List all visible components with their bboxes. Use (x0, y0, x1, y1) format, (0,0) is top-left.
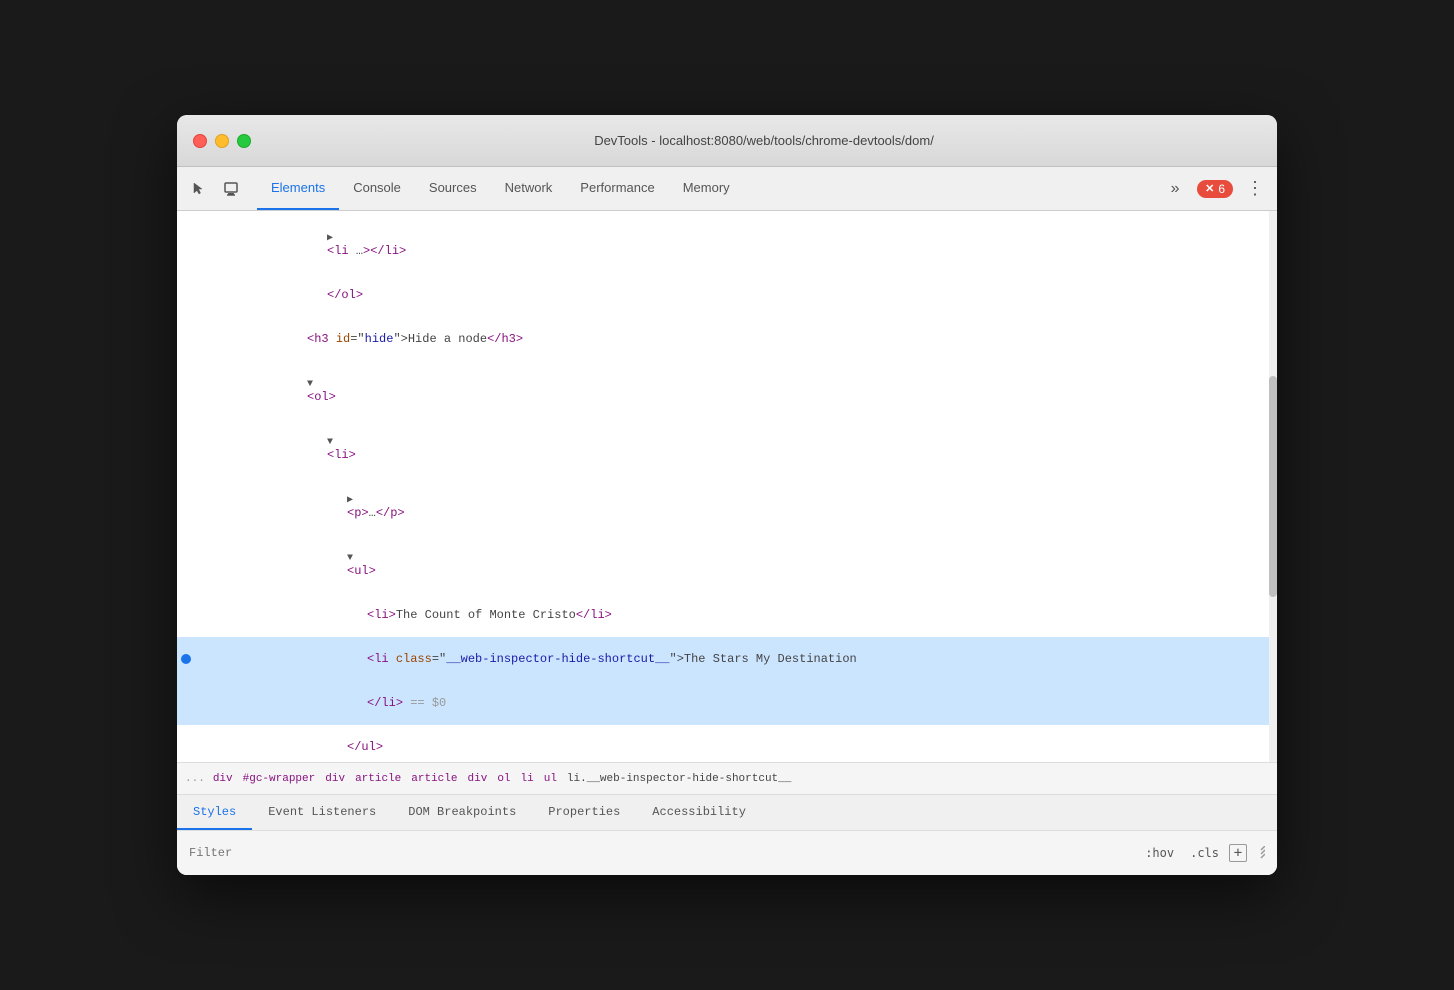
breadcrumb-div1[interactable]: div (209, 771, 237, 787)
dom-line-selected-close[interactable]: </li> == $0 (177, 681, 1277, 725)
triangle-icon[interactable] (347, 553, 353, 564)
triangle-icon[interactable] (347, 494, 353, 506)
add-style-button[interactable]: + (1229, 844, 1247, 862)
dom-line[interactable]: <li>The Count of Monte Cristo</li> (177, 593, 1277, 637)
dom-line[interactable]: <li> (177, 419, 1277, 477)
breakpoint-dot (177, 654, 195, 664)
error-count: 6 (1218, 182, 1225, 196)
dom-panel: <li …></li> </ol> <h3 id="hide">Hide a n… (177, 211, 1277, 875)
dom-line[interactable]: </ul> (177, 725, 1277, 762)
minimize-button[interactable] (215, 134, 229, 148)
devtools-window: DevTools - localhost:8080/web/tools/chro… (177, 115, 1277, 875)
breadcrumb-article1[interactable]: article (351, 771, 405, 787)
traffic-lights (193, 134, 251, 148)
hov-button[interactable]: :hov (1139, 844, 1180, 862)
triangle-icon[interactable] (327, 232, 333, 244)
scrollbar-track[interactable] (1269, 211, 1277, 762)
dom-line-selected[interactable]: <li class="__web-inspector-hide-shortcut… (177, 637, 1277, 681)
breadcrumb-ellipsis: ... (185, 773, 205, 785)
breadcrumb-gc-wrapper[interactable]: #gc-wrapper (239, 771, 320, 787)
breadcrumb-div3[interactable]: div (464, 771, 492, 787)
error-badge[interactable]: ✕ 6 (1197, 180, 1233, 198)
breadcrumb-li[interactable]: li (517, 771, 538, 787)
toolbar: Elements Console Sources Network Perform… (177, 167, 1277, 211)
tab-elements[interactable]: Elements (257, 167, 339, 210)
kebab-menu-button[interactable]: ⋮ (1241, 175, 1269, 203)
maximize-button[interactable] (237, 134, 251, 148)
bottom-panel: Styles Event Listeners DOM Breakpoints P… (177, 794, 1277, 875)
dom-line[interactable]: <h3 id="hide">Hide a node</h3> (177, 317, 1277, 361)
tab-accessibility[interactable]: Accessibility (636, 795, 762, 830)
tab-memory[interactable]: Memory (669, 167, 744, 210)
scrollbar-thumb[interactable] (1269, 376, 1277, 596)
filter-input[interactable] (189, 846, 1131, 860)
close-button[interactable] (193, 134, 207, 148)
dom-line[interactable]: <p>…</p> (177, 477, 1277, 535)
tab-console[interactable]: Console (339, 167, 415, 210)
dom-content[interactable]: <li …></li> </ol> <h3 id="hide">Hide a n… (177, 211, 1277, 762)
titlebar: DevTools - localhost:8080/web/tools/chro… (177, 115, 1277, 167)
dom-line[interactable]: </ol> (177, 273, 1277, 317)
breadcrumb-ul[interactable]: ul (540, 771, 561, 787)
tab-event-listeners[interactable]: Event Listeners (252, 795, 392, 830)
dom-line[interactable]: <ol> (177, 361, 1277, 419)
dom-line[interactable]: <ul> (177, 535, 1277, 593)
filter-bar: :hov .cls + (177, 831, 1277, 875)
tab-dom-breakpoints[interactable]: DOM Breakpoints (392, 795, 532, 830)
tab-sources[interactable]: Sources (415, 167, 491, 210)
breadcrumb-div2[interactable]: div (321, 771, 349, 787)
tab-performance[interactable]: Performance (566, 167, 668, 210)
error-x-icon: ✕ (1205, 182, 1214, 195)
breadcrumb-bar: ... div #gc-wrapper div article article … (177, 762, 1277, 794)
main-tabs: Elements Console Sources Network Perform… (257, 167, 744, 210)
more-tabs-button[interactable]: » (1161, 175, 1189, 203)
triangle-icon[interactable] (307, 379, 313, 390)
tab-styles[interactable]: Styles (177, 795, 252, 830)
resize-handle-icon (1251, 846, 1265, 860)
filter-buttons: :hov .cls + (1139, 844, 1265, 862)
breadcrumb-li-class[interactable]: li.__web-inspector-hide-shortcut__ (563, 771, 795, 787)
bottom-tabs: Styles Event Listeners DOM Breakpoints P… (177, 795, 1277, 831)
window-title: DevTools - localhost:8080/web/tools/chro… (267, 133, 1261, 148)
tab-network[interactable]: Network (491, 167, 567, 210)
inspect-icon-button[interactable] (217, 175, 245, 203)
triangle-icon[interactable] (327, 437, 333, 448)
dom-line[interactable]: <li …></li> (177, 215, 1277, 273)
breadcrumb-ol[interactable]: ol (493, 771, 514, 787)
tab-properties[interactable]: Properties (532, 795, 636, 830)
toolbar-right: » ✕ 6 ⋮ (1161, 175, 1269, 203)
cursor-icon-button[interactable] (185, 175, 213, 203)
breadcrumb-article2[interactable]: article (407, 771, 461, 787)
toolbar-icons (185, 175, 245, 203)
cls-button[interactable]: .cls (1184, 844, 1225, 862)
